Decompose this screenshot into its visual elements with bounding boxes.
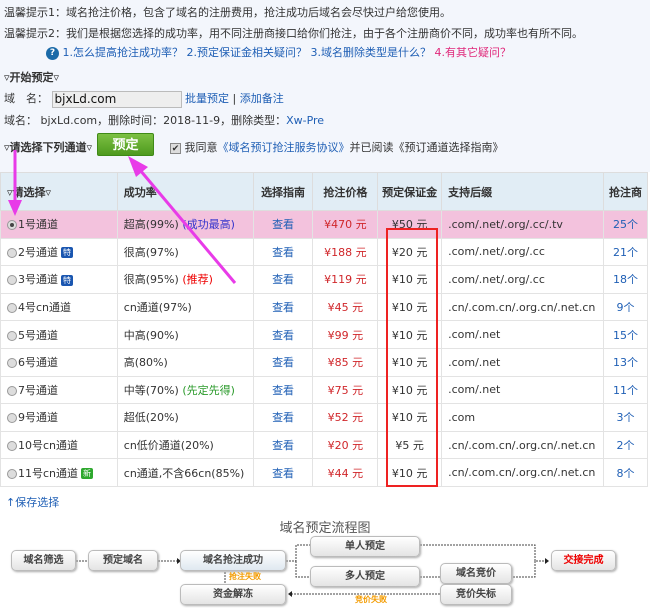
- flow-step-reserve: 预定域名: [88, 550, 158, 571]
- flow-step-done: 交接完成: [551, 550, 616, 571]
- flow-label-auction-fail: 竞价失败: [355, 595, 387, 604]
- flow-connectors: [8, 150, 549, 597]
- flow-step-success: 域名抢注成功: [180, 550, 286, 571]
- flow-step-auction: 域名竞价: [440, 563, 512, 584]
- flow-step-unfreeze: 资金解冻: [180, 584, 286, 605]
- flow-step-lost: 竞价失标: [440, 584, 512, 605]
- flow-label-fail: 抢注失败: [229, 572, 261, 581]
- flow-step-single: 单人预定: [310, 536, 420, 557]
- flow-step-filter: 域名筛选: [11, 550, 76, 571]
- flow-step-multi: 多人预定: [310, 566, 420, 587]
